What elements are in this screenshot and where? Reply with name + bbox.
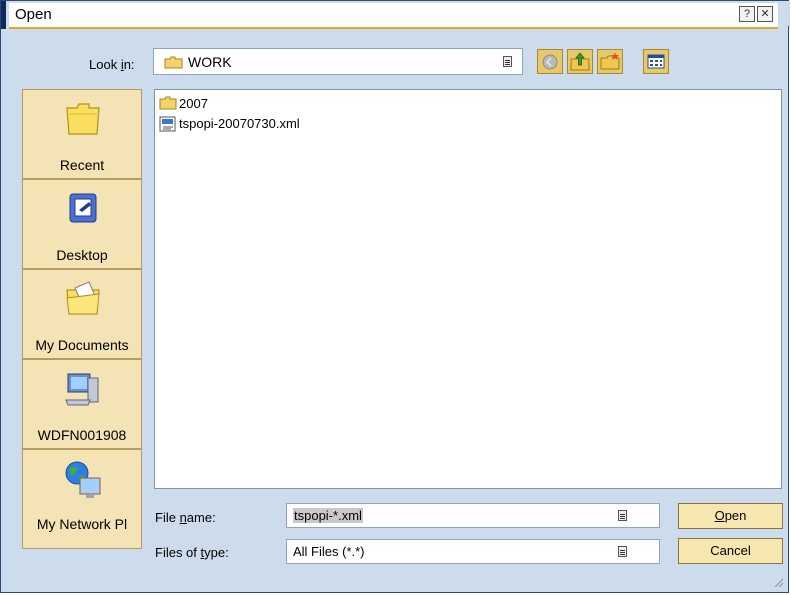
places-bar: Recent Desktop My Documents WDFN001908 M…: [22, 89, 142, 576]
places-item-label: My Network Pl: [36, 516, 128, 532]
look-in-value: WORK: [188, 54, 232, 70]
window-title: Open: [15, 6, 52, 23]
title-bar[interactable]: Open ? ✕: [1, 1, 790, 29]
desktop-icon: [69, 193, 97, 223]
my-computer-icon: [65, 373, 99, 406]
dropdown-arrow-icon[interactable]: [618, 510, 627, 521]
places-item-label: WDFN001908: [37, 427, 127, 443]
open-dialog: Open ? ✕ Look in: WORK Recent Desktop My…: [0, 0, 790, 593]
resize-grip-icon[interactable]: [772, 576, 784, 588]
title-background: [9, 3, 778, 29]
back-arrow-icon: [542, 54, 558, 70]
file-list[interactable]: 2007 tspopi-20070730.xml: [154, 89, 782, 489]
dropdown-arrow-icon[interactable]: [618, 546, 627, 557]
back-button[interactable]: [537, 49, 563, 74]
look-in-label: Look in:: [89, 57, 135, 72]
places-item-label: My Documents: [35, 337, 129, 353]
file-type-label: Files of type:: [155, 545, 229, 560]
dropdown-arrow-icon[interactable]: [503, 56, 512, 67]
file-name-selected-text: tspopi-*.xml: [293, 508, 363, 523]
recent-folder-icon: [66, 103, 100, 135]
places-item-my-documents[interactable]: My Documents: [22, 269, 142, 359]
file-name-field[interactable]: tspopi-*.xml: [286, 503, 660, 528]
network-icon: [65, 461, 101, 498]
my-documents-icon: [66, 281, 100, 315]
file-name: 2007: [179, 96, 208, 111]
new-folder-button[interactable]: [597, 49, 623, 74]
help-button[interactable]: ?: [739, 6, 755, 22]
file-name-value: tspopi-*.xml: [293, 508, 363, 523]
places-item-network[interactable]: My Network Pl: [22, 449, 142, 549]
places-item-label: Desktop: [56, 247, 108, 263]
cancel-button[interactable]: Cancel: [678, 538, 783, 564]
xml-file-icon: [159, 116, 176, 132]
folder-icon: [164, 56, 183, 69]
file-type-dropdown[interactable]: All Files (*.*): [286, 539, 660, 564]
close-button[interactable]: ✕: [757, 6, 773, 22]
view-menu-button[interactable]: [643, 49, 669, 74]
folder-icon: [159, 96, 177, 110]
title-corner: [776, 1, 790, 29]
file-name: tspopi-20070730.xml: [179, 116, 300, 131]
places-item-my-computer[interactable]: WDFN001908: [22, 359, 142, 449]
places-item-desktop[interactable]: Desktop: [22, 179, 142, 269]
open-button[interactable]: Open: [678, 503, 783, 529]
up-one-level-button[interactable]: [567, 49, 593, 74]
places-item-recent[interactable]: Recent: [22, 89, 142, 179]
view-menu-icon: [647, 54, 665, 69]
look-in-dropdown[interactable]: WORK: [153, 48, 523, 75]
up-folder-icon: [570, 52, 590, 71]
file-name-label: File name:: [155, 510, 216, 525]
title-accent: [1, 1, 6, 29]
file-type-value: All Files (*.*): [293, 544, 365, 559]
new-folder-icon: [600, 52, 620, 70]
places-item-label: Recent: [59, 157, 105, 173]
